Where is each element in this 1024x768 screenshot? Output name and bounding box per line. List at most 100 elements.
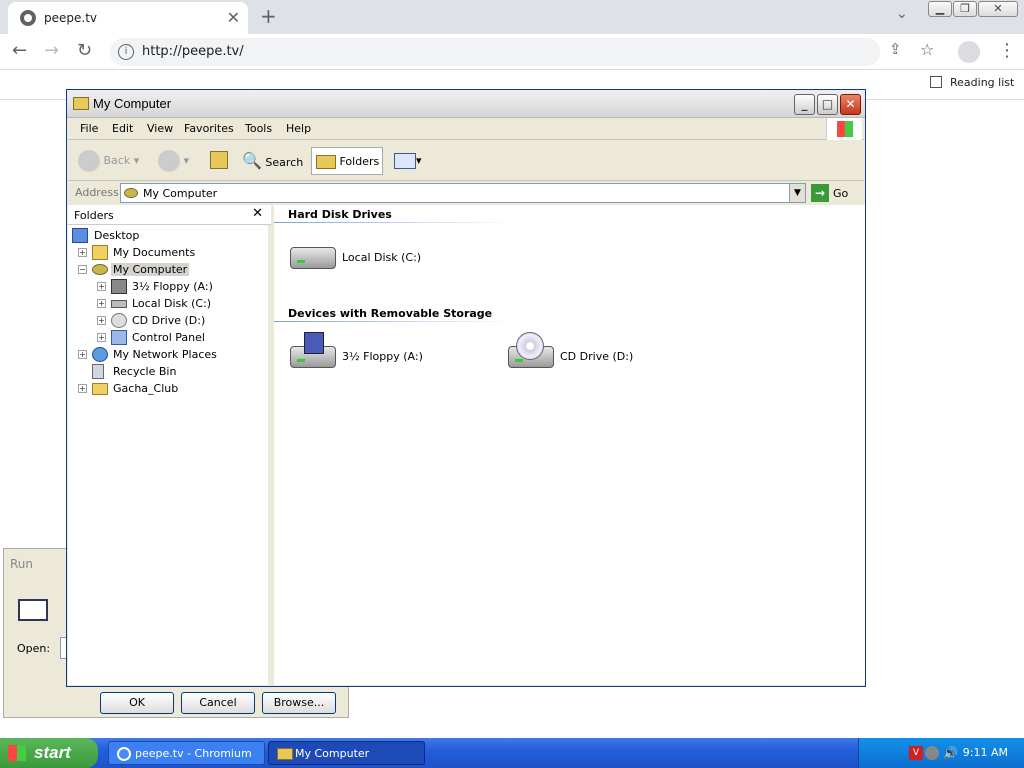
cd-disc-icon bbox=[516, 332, 544, 360]
run-dialog-title: Run bbox=[10, 557, 34, 571]
taskbar-item-chromium[interactable]: peepe.tv - Chromium bbox=[108, 741, 265, 765]
back-arrow-icon[interactable]: ← bbox=[12, 40, 27, 61]
expand-icon[interactable]: + bbox=[97, 333, 106, 342]
folder-icon bbox=[277, 748, 293, 760]
restore-browser-button[interactable]: ❐ bbox=[953, 1, 977, 17]
forward-button[interactable]: ▾ bbox=[158, 147, 189, 175]
tree-label: My Documents bbox=[113, 246, 196, 259]
taskbar-item-my-computer[interactable]: My Computer bbox=[268, 741, 425, 765]
cd-icon bbox=[111, 313, 127, 328]
close-browser-button[interactable]: ✕ bbox=[978, 1, 1018, 17]
address-input[interactable]: My Computer ▼ bbox=[120, 183, 806, 203]
expand-icon[interactable]: + bbox=[97, 282, 106, 291]
new-tab-button[interactable]: + bbox=[260, 4, 277, 28]
group-header-removable: Devices with Removable Storage bbox=[288, 307, 493, 320]
tab-title: peepe.tv bbox=[44, 11, 98, 25]
back-button[interactable]: Back ▾ bbox=[78, 147, 139, 175]
site-info-icon[interactable]: i bbox=[118, 44, 134, 60]
menu-view[interactable]: View bbox=[147, 122, 173, 135]
menu-favorites[interactable]: Favorites bbox=[184, 122, 234, 135]
menu-file[interactable]: File bbox=[80, 122, 98, 135]
address-label: Address bbox=[75, 186, 119, 199]
minimize-button[interactable]: _ bbox=[794, 94, 815, 115]
expand-icon[interactable]: + bbox=[97, 316, 106, 325]
address-toolbar: Address My Computer ▼ → Go bbox=[68, 181, 864, 205]
reload-icon[interactable]: ↻ bbox=[77, 40, 92, 61]
control-panel-icon bbox=[111, 330, 127, 345]
clock: 9:11 AM bbox=[962, 746, 1008, 759]
floppy-disk-icon bbox=[304, 332, 324, 354]
expand-icon[interactable]: + bbox=[78, 248, 87, 257]
tree-label: Local Disk (C:) bbox=[132, 297, 212, 310]
cancel-button[interactable]: Cancel bbox=[181, 692, 255, 714]
group-header-hard-disks: Hard Disk Drives bbox=[288, 208, 392, 221]
floppy-item[interactable]: 3½ Floppy (A:) bbox=[288, 332, 438, 380]
url-text[interactable]: http://peepe.tv/ bbox=[142, 44, 244, 59]
tree-label: CD Drive (D:) bbox=[132, 314, 206, 327]
cd-drive-label: CD Drive (D:) bbox=[560, 350, 634, 363]
desktop-icon bbox=[72, 228, 88, 243]
reading-list-label: Reading list bbox=[950, 76, 1015, 89]
go-label: Go bbox=[833, 187, 849, 200]
forward-arrow-icon[interactable]: → bbox=[44, 40, 59, 61]
address-bar[interactable]: i http://peepe.tv/ bbox=[110, 38, 880, 66]
recycle-bin-icon bbox=[92, 364, 104, 379]
search-icon: 🔍 bbox=[242, 151, 262, 170]
chromium-icon bbox=[117, 747, 131, 761]
volume-icon[interactable]: 🔊 bbox=[943, 746, 958, 760]
menu-edit[interactable]: Edit bbox=[112, 122, 133, 135]
back-label: Back bbox=[103, 154, 131, 167]
back-icon bbox=[78, 150, 100, 172]
run-icon bbox=[18, 599, 48, 621]
my-computer-window: My Computer _ □ ✕ File Edit View Favorit… bbox=[66, 89, 866, 687]
up-folder-button[interactable] bbox=[208, 147, 230, 175]
folders-pane: Folders ✕ Desktop + My Documents − My Co… bbox=[68, 205, 271, 685]
tab-close-icon[interactable]: ✕ bbox=[227, 8, 240, 27]
window-title-bar[interactable]: My Computer _ □ ✕ bbox=[67, 90, 865, 118]
expand-icon[interactable]: + bbox=[78, 384, 87, 393]
taskbar-item-label: My Computer bbox=[295, 747, 370, 760]
documents-icon bbox=[92, 245, 108, 260]
local-disk-item[interactable]: Local Disk (C:) bbox=[288, 233, 428, 281]
profile-avatar[interactable] bbox=[958, 41, 980, 63]
address-dropdown-button[interactable]: ▼ bbox=[789, 184, 805, 202]
vivaldi-icon[interactable]: V bbox=[909, 746, 923, 760]
reading-list-button[interactable]: Reading list bbox=[930, 76, 1014, 89]
collapse-icon[interactable]: − bbox=[78, 265, 87, 274]
taskbar-item-label: peepe.tv - Chromium bbox=[135, 747, 252, 760]
security-icon[interactable] bbox=[925, 746, 939, 760]
browser-tab[interactable]: peepe.tv ✕ bbox=[8, 2, 248, 34]
address-value: My Computer bbox=[143, 187, 218, 200]
expand-icon[interactable]: + bbox=[78, 350, 87, 359]
folders-icon bbox=[316, 155, 336, 169]
cd-drive-item[interactable]: CD Drive (D:) bbox=[506, 332, 656, 380]
ok-button[interactable]: OK bbox=[100, 692, 174, 714]
minimize-browser-button[interactable]: ▁ bbox=[928, 1, 952, 17]
my-computer-icon bbox=[124, 188, 138, 198]
go-button[interactable]: → Go bbox=[811, 184, 848, 202]
tab-search-chevron-icon[interactable]: ⌄ bbox=[896, 6, 908, 22]
bookmark-star-icon[interactable]: ☆ bbox=[920, 40, 934, 59]
start-button[interactable]: start bbox=[0, 738, 98, 768]
computer-icon bbox=[92, 264, 108, 275]
folders-pane-header: Folders ✕ bbox=[68, 205, 271, 225]
share-icon[interactable]: ⇪ bbox=[889, 40, 902, 58]
windows-logo-icon bbox=[8, 745, 26, 761]
search-button[interactable]: 🔍 Search bbox=[242, 147, 303, 175]
hard-disk-icon bbox=[111, 300, 127, 308]
windows-flag-icon bbox=[826, 118, 862, 140]
views-button[interactable]: ▾ bbox=[394, 147, 422, 175]
browse-button[interactable]: Browse... bbox=[262, 692, 336, 714]
close-pane-icon[interactable]: ✕ bbox=[252, 206, 263, 221]
close-button[interactable]: ✕ bbox=[840, 94, 861, 115]
menu-dots-icon[interactable]: ⋮ bbox=[998, 40, 1016, 61]
tree-label: 3½ Floppy (A:) bbox=[132, 280, 213, 293]
folders-button[interactable]: Folders bbox=[311, 147, 383, 175]
expand-icon[interactable]: + bbox=[97, 299, 106, 308]
menu-tools[interactable]: Tools bbox=[245, 122, 272, 135]
maximize-button[interactable]: □ bbox=[817, 94, 838, 115]
open-label: Open: bbox=[17, 642, 51, 655]
group-divider bbox=[274, 321, 514, 322]
menu-help[interactable]: Help bbox=[286, 122, 311, 135]
up-folder-icon bbox=[210, 151, 228, 169]
